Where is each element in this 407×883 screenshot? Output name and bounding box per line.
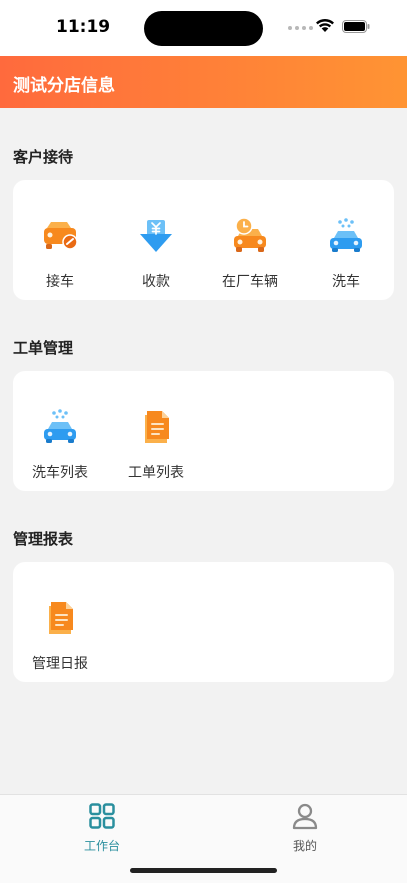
document-icon: [49, 602, 73, 634]
car-in-shop-icon: [234, 217, 266, 252]
battery-icon: [342, 20, 370, 33]
car-in-shop-button[interactable]: 在厂车辆: [203, 194, 297, 290]
screen: 11:19 测试分店信息 客户接待 接车 收款 在厂车辆 洗车 工单管理 洗车列…: [0, 0, 407, 883]
grid-item-label: 收款: [142, 274, 170, 290]
grid-item-label: 洗车: [332, 274, 360, 290]
dynamic-island: [144, 11, 263, 46]
car-wash-icon: [44, 409, 76, 443]
status-time: 11:19: [56, 17, 111, 37]
cellular-signal-icon: [288, 26, 313, 30]
tab-workbench[interactable]: 工作台: [0, 795, 204, 855]
car-wash-icon: [330, 218, 362, 252]
daily-report-button[interactable]: 管理日报: [13, 576, 107, 672]
grid-item-label: 接车: [46, 274, 74, 290]
section-title-work-orders: 工单管理: [13, 339, 74, 357]
car-pickup-button[interactable]: 接车: [13, 194, 107, 290]
section-title-reports: 管理报表: [13, 530, 74, 548]
work-order-list-button[interactable]: 工单列表: [109, 385, 203, 481]
status-bar: 11:19: [0, 0, 407, 56]
reports-card: 管理日报: [13, 562, 394, 682]
car-wash-list-button[interactable]: 洗车列表: [13, 385, 107, 481]
tab-label: 工作台: [83, 839, 120, 853]
document-icon: [145, 411, 169, 443]
grid-item-label: 工单列表: [128, 465, 184, 481]
grid-item-label: 管理日报: [32, 656, 88, 672]
section-title-reception: 客户接待: [13, 148, 74, 166]
page-title: 测试分店信息: [13, 76, 115, 96]
user-icon: [292, 803, 318, 830]
tab-label: 我的: [292, 839, 317, 853]
home-indicator: [130, 868, 277, 873]
payment-button[interactable]: 收款: [109, 194, 203, 290]
grid-icon: [89, 803, 115, 829]
work-orders-card: 洗车列表 工单列表: [13, 371, 394, 491]
grid-item-label: 洗车列表: [32, 465, 88, 481]
car-wash-button[interactable]: 洗车: [299, 194, 393, 290]
car-pickup-icon: [44, 222, 78, 250]
reception-card: 接车 收款 在厂车辆 洗车: [13, 180, 394, 300]
header-bar: 测试分店信息: [0, 56, 407, 108]
payment-icon: [140, 220, 172, 252]
grid-item-label: 在厂车辆: [222, 274, 278, 290]
tab-mine[interactable]: 我的: [203, 795, 407, 855]
wifi-icon: [316, 18, 334, 32]
